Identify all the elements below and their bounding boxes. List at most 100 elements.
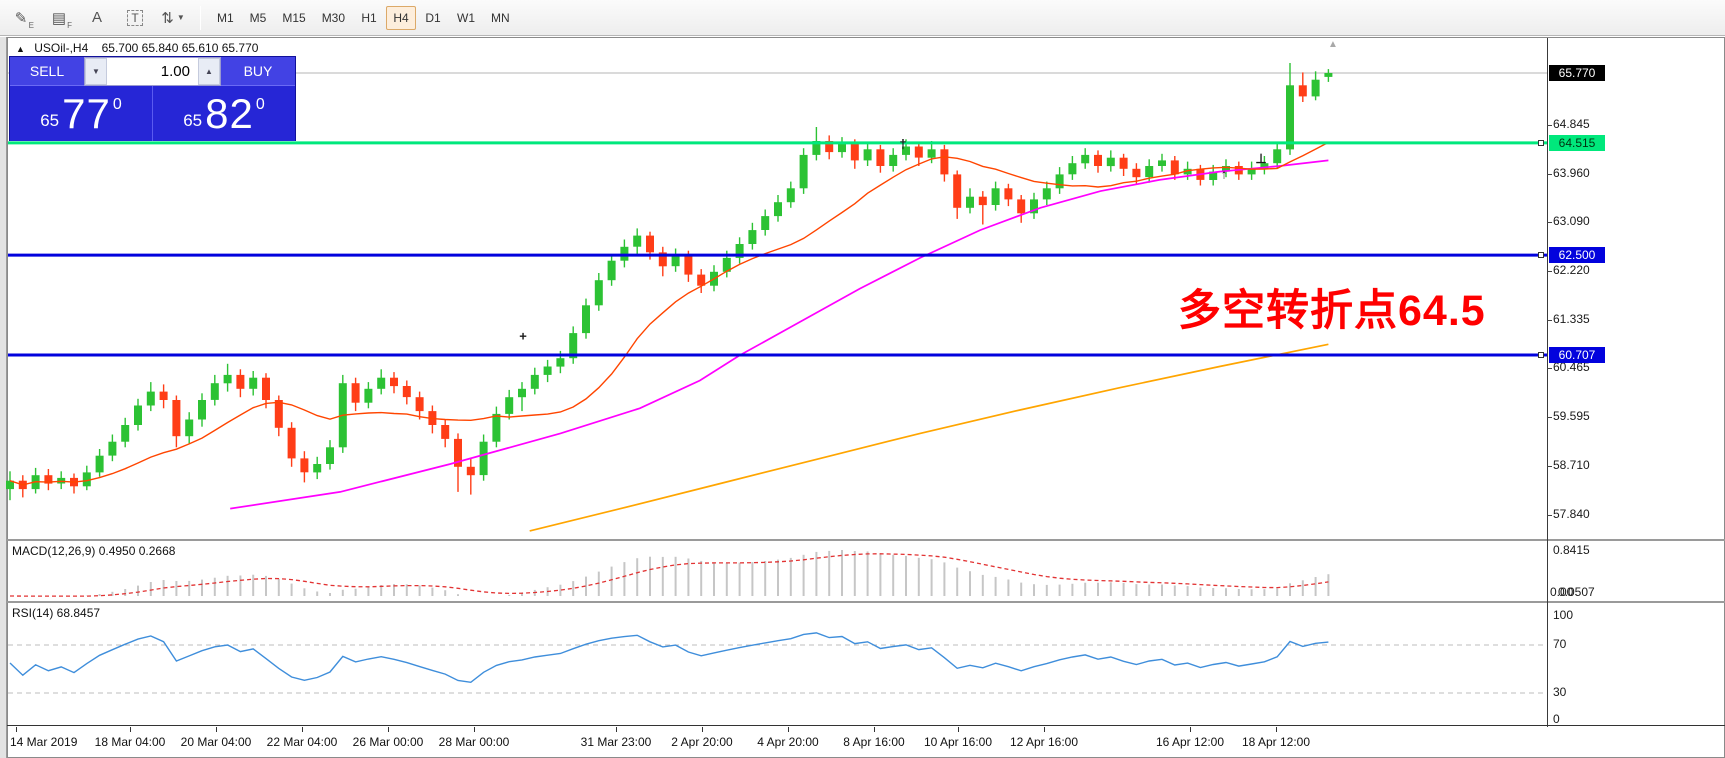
bid-pips: 77 (62, 90, 111, 138)
arrow-object-marker[interactable]: + (519, 329, 527, 344)
ask-pips: 82 (205, 90, 254, 138)
price-tick-label: 64.845 (1553, 117, 1590, 131)
price-level-badge: 65.770 (1549, 65, 1605, 81)
arrow-object-marker[interactable]: ⊥ (1255, 151, 1266, 167)
timeframe-h4[interactable]: H4 (386, 6, 416, 30)
price-tick (1547, 515, 1552, 516)
price-level-badge: 64.515 (1549, 135, 1605, 151)
price-tick-label: 61.335 (1553, 312, 1590, 326)
time-tick (958, 727, 959, 732)
text-label-icon[interactable]: T (118, 4, 152, 32)
time-axis-divider (7, 725, 1725, 726)
indicator-axis-label: 30 (1553, 685, 1566, 699)
text-annotation[interactable]: 多空转折点64.5 (1178, 276, 1486, 338)
timeframe-m30[interactable]: M30 (315, 6, 352, 30)
time-tick (1190, 727, 1191, 732)
indicator-axis-label: 70 (1553, 637, 1566, 651)
price-tick-label: 63.090 (1553, 214, 1590, 228)
indicator-axis-label: 0.0507 (1558, 585, 1595, 599)
price-tick-label: 58.710 (1553, 458, 1590, 472)
bid-whole: 65 (40, 111, 59, 131)
time-tick-label: 22 Mar 04:00 (267, 735, 338, 749)
time-tick (388, 727, 389, 732)
collapse-icon[interactable]: ▲ (16, 44, 25, 54)
ask-price[interactable]: 65 82 0 (153, 86, 295, 141)
indicator-axis-label: 0.8415 (1553, 543, 1590, 557)
time-tick (788, 727, 789, 732)
line-handle[interactable] (1538, 252, 1544, 258)
toolbar: ✎E▤FAT⇅▼ M1M5M15M30H1H4D1W1MN (0, 0, 1725, 36)
symbol-timeframe: USOil-,H4 (34, 41, 88, 55)
price-tick (1547, 125, 1552, 126)
ask-point: 0 (256, 96, 265, 114)
timeframe-m15[interactable]: M15 (275, 6, 312, 30)
time-tick (1276, 727, 1277, 732)
time-tick-label: 8 Apr 16:00 (843, 735, 904, 749)
price-tick (1547, 320, 1552, 321)
time-tick (616, 727, 617, 732)
time-tick (1044, 727, 1045, 732)
volume-input[interactable]: 1.00 (107, 58, 198, 85)
time-tick-label: 12 Apr 16:00 (1010, 735, 1078, 749)
price-level-badge: 62.500 (1549, 247, 1605, 263)
price-tick-label: 62.220 (1553, 263, 1590, 277)
time-tick-label: 4 Apr 20:00 (757, 735, 818, 749)
time-tick (130, 727, 131, 732)
timeframe-mn[interactable]: MN (484, 6, 517, 30)
chart-window (7, 37, 1725, 758)
text-icon[interactable]: A (80, 4, 114, 32)
ask-whole: 65 (183, 111, 202, 131)
window-left-edge (0, 37, 7, 758)
volume-up-icon[interactable]: ▲ (198, 58, 220, 85)
time-axis[interactable]: 14 Mar 201918 Mar 04:0020 Mar 04:0022 Ma… (8, 727, 1547, 757)
one-click-trading-panel: SELL ▼ 1.00 ▲ BUY 65 77 0 65 82 0 (9, 56, 296, 141)
price-tick-label: 59.595 (1553, 409, 1590, 423)
price-tick (1547, 368, 1552, 369)
time-tick-label: 20 Mar 04:00 (181, 735, 252, 749)
time-tick (16, 727, 17, 732)
price-tick (1547, 222, 1552, 223)
macd-panel-divider[interactable] (7, 539, 1725, 541)
bid-price[interactable]: 65 77 0 (10, 86, 153, 141)
line-handle[interactable] (1538, 352, 1544, 358)
timeframe-h1[interactable]: H1 (354, 6, 384, 30)
fibo-grid-icon[interactable]: ▤F (42, 4, 76, 32)
arrow-object-marker[interactable]: ↑ (1221, 167, 1228, 182)
indicator-axis-label: 0 (1553, 712, 1560, 726)
indicator-axis-label: 100 (1553, 608, 1573, 622)
price-tick (1547, 174, 1552, 175)
arrow-object-marker[interactable]: † (899, 137, 906, 152)
macd-indicator-label: MACD(12,26,9) 0.4950 0.2668 (12, 544, 175, 558)
price-tick-label: 63.960 (1553, 166, 1590, 180)
timeframe-d1[interactable]: D1 (418, 6, 448, 30)
line-studies-icon[interactable]: ✎E (4, 4, 38, 32)
buy-button[interactable]: BUY (221, 57, 295, 86)
timeframe-m1[interactable]: M1 (210, 6, 241, 30)
mt4-window: ✎E▤FAT⇅▼ M1M5M15M30H1H4D1W1MN ▲ USOil-,H… (0, 0, 1725, 758)
price-tick (1547, 271, 1552, 272)
volume-down-icon[interactable]: ▼ (85, 58, 107, 85)
sell-button[interactable]: SELL (10, 57, 84, 86)
time-tick (874, 727, 875, 732)
rsi-indicator-label: RSI(14) 68.8457 (12, 606, 100, 620)
time-tick (216, 727, 217, 732)
timeframe-w1[interactable]: W1 (450, 6, 482, 30)
timeframe-m5[interactable]: M5 (243, 6, 274, 30)
price-axis-border (1547, 38, 1548, 727)
timeframe-group: M1M5M15M30H1H4D1W1MN (209, 6, 518, 30)
time-tick (302, 727, 303, 732)
time-tick-label: 10 Apr 16:00 (924, 735, 992, 749)
toolbar-icon-group: ✎E▤FAT⇅▼ (0, 4, 190, 32)
arrows-icon[interactable]: ⇅▼ (156, 4, 190, 32)
rsi-panel-divider[interactable] (7, 601, 1725, 603)
line-handle[interactable] (1538, 140, 1544, 146)
time-tick-label: 16 Apr 12:00 (1156, 735, 1224, 749)
time-tick-label: 18 Apr 12:00 (1242, 735, 1310, 749)
price-tick (1547, 466, 1552, 467)
toolbar-separator (200, 6, 201, 30)
chart-shift-icon[interactable]: ▲ (1328, 39, 1338, 50)
price-tick (1547, 417, 1552, 418)
time-tick-label: 2 Apr 20:00 (671, 735, 732, 749)
time-tick-label: 31 Mar 23:00 (581, 735, 652, 749)
time-tick-label: 14 Mar 2019 (10, 735, 77, 749)
